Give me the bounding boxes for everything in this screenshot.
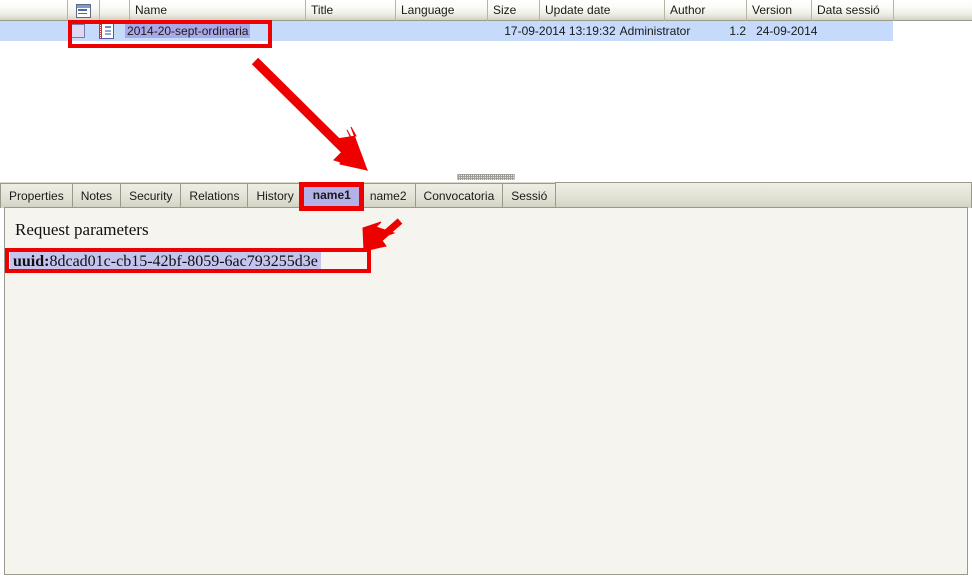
tab-notes[interactable]: Notes (71, 183, 122, 208)
tab-convocatoria[interactable]: Convocatoria (414, 183, 504, 208)
uuid-parameter-row: uuid:8dcad01c-cb15-42bf-8059-6ac793255d3… (10, 252, 321, 272)
row-cell-version: 1.2 (729, 24, 747, 38)
tab-history[interactable]: History (247, 183, 303, 208)
row-cell-language (366, 21, 451, 41)
row-cell-blank-right (827, 21, 893, 41)
table-column-header-data-sessio[interactable]: Data sessió (812, 0, 894, 21)
tab-name2[interactable]: name2 (360, 183, 416, 208)
splitter-drag-handle[interactable] (457, 174, 515, 180)
row-cell-update-date: 17-09-2014 13:19:32 (504, 24, 615, 38)
row-name-text: 2014-20-sept-ordinaria (125, 24, 251, 38)
table-column-header-type[interactable] (100, 0, 130, 21)
table-header-row: Name Title Language Size Update date Aut… (0, 0, 972, 21)
table-column-header-size[interactable]: Size (488, 0, 540, 21)
uuid-label: uuid: (13, 253, 50, 270)
table-column-header-update-date[interactable]: Update date (540, 0, 665, 21)
table-column-header-blank-left[interactable] (0, 0, 68, 21)
uuid-value: 8dcad01c-cb15-42bf-8059-6ac793255d3e (49, 253, 318, 270)
table-column-header-language[interactable]: Language (396, 0, 488, 21)
panel-splitter[interactable] (0, 172, 972, 182)
row-cell-name[interactable]: 2014-20-sept-ordinaria (120, 21, 282, 41)
row-select-checkbox[interactable] (70, 24, 85, 38)
row-icon-cell (93, 21, 121, 41)
row-cell-blank-left (0, 21, 63, 41)
page-title: Request parameters (15, 220, 149, 239)
document-list-panel: Name Title Language Size Update date Aut… (0, 0, 972, 172)
table-column-header-author[interactable]: Author (665, 0, 747, 21)
table-column-header-blank-right[interactable] (894, 0, 972, 21)
table-row[interactable]: 2014-20-sept-ordinaria 17-09-2014 13:19:… (0, 21, 893, 41)
row-cell-data-sessio: 24-09-2014 (756, 24, 818, 38)
tab-name1[interactable]: name1 (301, 183, 362, 208)
document-icon (98, 23, 114, 39)
tab-bar: Properties Notes Security Relations Hist… (0, 182, 972, 208)
tab-sessio[interactable]: Sessió (502, 183, 557, 208)
table-column-header-title[interactable]: Title (306, 0, 396, 21)
row-cell-title (282, 21, 365, 41)
table-column-header-version[interactable]: Version (747, 0, 812, 21)
table-body: 2014-20-sept-ordinaria 17-09-2014 13:19:… (0, 21, 972, 171)
row-checkbox-cell[interactable] (63, 21, 92, 41)
tab-relations[interactable]: Relations (180, 183, 249, 208)
row-cell-author: Administrator (619, 24, 691, 38)
list-view-icon (76, 3, 91, 18)
tab-bar-filler (555, 182, 972, 208)
row-cell-size (451, 21, 500, 41)
table-column-header-list-view[interactable] (68, 0, 100, 21)
table-column-header-name[interactable]: Name (130, 0, 306, 21)
tab-properties[interactable]: Properties (0, 183, 73, 208)
tab-content-pane: Request parameters uuid:8dcad01c-cb15-42… (4, 207, 968, 575)
tab-security[interactable]: Security (120, 183, 182, 208)
